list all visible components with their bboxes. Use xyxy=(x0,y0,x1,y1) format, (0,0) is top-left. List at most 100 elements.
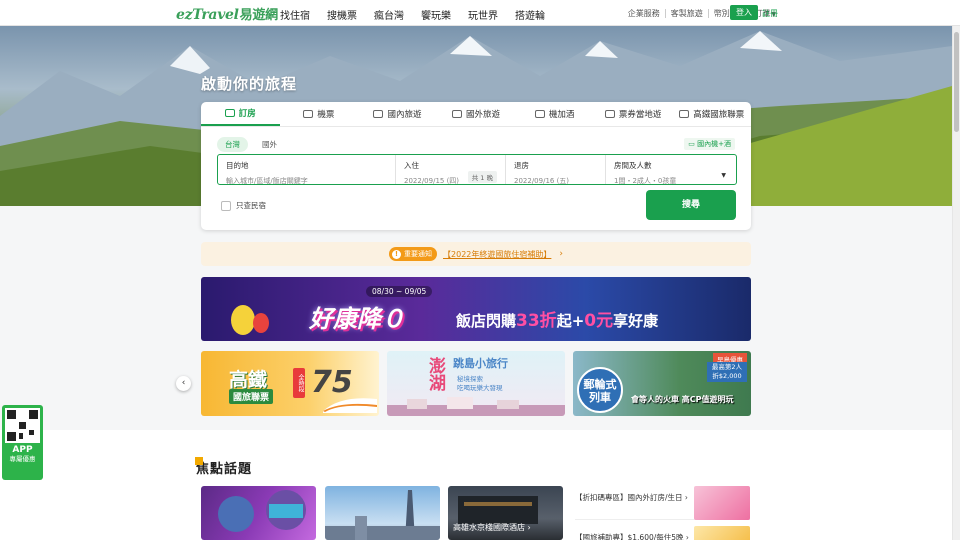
custom-tour-link[interactable]: 客製旅遊 xyxy=(671,8,703,19)
focus-tile-hotel-pool[interactable] xyxy=(201,486,316,540)
scrollbar-thumb[interactable] xyxy=(954,32,959,132)
app-subtitle: 專屬優惠 xyxy=(9,455,36,463)
destination-field[interactable]: 目的地 輸入城市/區域/飯店關鍵字 xyxy=(218,155,396,186)
promo-thumb-image xyxy=(694,486,750,520)
checkout-date[interactable]: 2022/09/16 (五) xyxy=(514,176,597,186)
nav-hotel[interactable]: 找住宿 xyxy=(280,7,310,22)
bnb-only-checkbox[interactable]: 只查民宿 xyxy=(221,200,266,211)
app-qr-widget[interactable]: APP 專屬優惠 xyxy=(2,405,43,480)
promo-card-penghu[interactable]: 澎湖 跳島小旅行 秘境探索 吃喝玩樂大發現 xyxy=(387,351,565,416)
promo-banner[interactable]: 08/30 ~ 09/05 好康降０ 飯店閃購33折起+0元享好康 xyxy=(201,277,751,341)
card-slogan: 會等人的火車 高CP值遊明玩 xyxy=(631,395,734,404)
checkbox-icon[interactable] xyxy=(221,200,231,211)
hero-title: 啟動你的旅程 xyxy=(201,75,298,93)
rooms-value[interactable]: 1間・2成人・0孩童 xyxy=(614,176,728,186)
search-panel: 訂房 機票 國內旅遊 國外旅遊 機加酒 票券當地遊 高鐵國旅聯票 台灣 國外 ▭… xyxy=(201,102,751,230)
train-image xyxy=(323,398,377,413)
nav-cruise[interactable]: 搭遊輪 xyxy=(515,7,545,22)
focus-promo-subsidy[interactable]: 【國旅補助專】$1,600/每住5晚 › xyxy=(575,526,750,540)
bnb-only-label: 只查民宿 xyxy=(236,201,266,210)
building-icon xyxy=(534,110,545,118)
ticket-icon xyxy=(604,110,615,118)
promo-card-hsr[interactable]: 高鐵 國旅聯票 全時段 75 xyxy=(201,351,379,416)
card-desc-line: 秘境探索 xyxy=(457,375,483,383)
page-scrollbar[interactable] xyxy=(952,26,960,540)
focus-tile-taipei101[interactable] xyxy=(325,486,440,540)
focus-promo-discount[interactable]: 【折扣碼專區】國內外訂房/生日 › xyxy=(575,486,750,520)
carousel-prev-button[interactable]: ‹ xyxy=(176,376,191,391)
promo-date: 08/30 ~ 09/05 xyxy=(366,286,433,297)
top-nav: ezTravel易遊網 找住宿 搜機票 瘋台灣 饗玩樂 玩世界 搭遊輪 企業服務… xyxy=(0,0,960,26)
logo-en: ezTravel xyxy=(176,7,239,23)
tab-flight[interactable]: 機票 xyxy=(280,102,359,126)
nights-badge: 共 1 晚 xyxy=(467,171,497,183)
checkout-field[interactable]: 退房 2022/09/16 (五) xyxy=(506,155,606,186)
tab-domestic-tour[interactable]: 國內旅遊 xyxy=(358,102,437,126)
focus-tile-kaohsiung-hotel[interactable]: 高雄水京棧國際酒店 › xyxy=(448,486,563,540)
checkin-field[interactable]: 入住 2022/09/15 (四) 共 1 晚 xyxy=(396,155,506,185)
search-fields: 目的地 輸入城市/區域/飯店關鍵字 入住 2022/09/15 (四) 共 1 … xyxy=(217,154,737,185)
destination-input[interactable]: 輸入城市/區域/飯店關鍵字 xyxy=(226,176,387,186)
plane-icon xyxy=(303,110,314,118)
subtab-overseas[interactable]: 國外 xyxy=(254,137,285,152)
card-title: 澎湖 xyxy=(425,357,445,391)
notice-bar[interactable]: ! 重要通知 【2022年終遊國旅住宿補助】 › xyxy=(201,242,751,266)
alert-icon: ! xyxy=(392,249,402,259)
divider xyxy=(664,9,666,18)
flight-hotel-link[interactable]: ▭ 國內機+酒 xyxy=(684,138,735,150)
login-button[interactable]: 登入 xyxy=(730,5,758,20)
focus-title-text: 焦點話題 xyxy=(196,462,253,477)
nav-activities[interactable]: 饗玩樂 xyxy=(421,7,451,22)
promo-discount: 33折 xyxy=(516,311,557,331)
rooms-guests-field[interactable]: 房間及人數 1間・2成人・0孩童 ▼ xyxy=(606,155,736,186)
card-title-2: 跳島小旅行 xyxy=(453,357,508,370)
promo-subline: 飯店閃購33折起+0元享好康 xyxy=(456,306,658,331)
flight-hotel-label: 國內機+酒 xyxy=(697,140,731,148)
notice-badge-label: 重要通知 xyxy=(404,250,433,258)
promo-sub-text: 享好康 xyxy=(613,312,659,330)
tab-flight-hotel[interactable]: 機加酒 xyxy=(515,102,594,126)
product-tabs: 訂房 機票 國內旅遊 國外旅遊 機加酒 票券當地遊 高鐵國旅聯票 xyxy=(201,102,751,127)
balloon-image xyxy=(231,305,255,335)
notice-link[interactable]: 【2022年終遊國旅住宿補助】 xyxy=(443,249,551,260)
tab-label: 國內旅遊 xyxy=(387,110,422,120)
checkout-label: 退房 xyxy=(514,161,529,170)
site-logo[interactable]: ezTravel易遊網 xyxy=(176,4,278,23)
rooms-label: 房間及人數 xyxy=(614,161,652,170)
tab-label: 機票 xyxy=(317,110,335,120)
dropdown-arrow-icon[interactable]: ▼ xyxy=(721,172,726,179)
promo-text: 【折扣碼專區】國內外訂房/生日 › xyxy=(575,493,688,502)
promo-sub-text: 飯店閃購 xyxy=(456,312,517,330)
title-accent xyxy=(195,457,203,465)
card-tag: 全時段 xyxy=(293,368,305,398)
tab-hotel[interactable]: 訂房 xyxy=(201,102,280,126)
currency-label: 幣別 xyxy=(713,9,730,18)
tab-tickets[interactable]: 票券當地遊 xyxy=(594,102,673,126)
globe-icon xyxy=(452,110,463,118)
chevron-right-icon[interactable]: › xyxy=(559,249,563,259)
card-subtitle: 國旅聯票 xyxy=(229,389,274,404)
subtab-taiwan[interactable]: 台灣 xyxy=(217,137,248,152)
promo-card-train[interactable]: 早鳥優惠 郵輪式列車 最高第2人折$2,000 會等人的火車 高CP值遊明玩 xyxy=(573,351,751,416)
tab-label: 訂房 xyxy=(238,109,256,119)
app-title: APP xyxy=(12,445,33,455)
skyline-image xyxy=(325,490,440,540)
bed-icon xyxy=(224,109,235,117)
tab-hsr-package[interactable]: 高鐵國旅聯票 xyxy=(672,102,751,126)
promo-headline: 好康降０ xyxy=(309,305,405,333)
tab-label: 高鐵國旅聯票 xyxy=(693,110,745,120)
leaf-icon xyxy=(373,110,384,118)
search-button[interactable]: 搜尋 xyxy=(646,190,736,220)
main-nav: 找住宿 搜機票 瘋台灣 饗玩樂 玩世界 搭遊輪 xyxy=(280,7,562,22)
nav-flight[interactable]: 搜機票 xyxy=(327,7,357,22)
destination-label: 目的地 xyxy=(226,161,249,170)
nav-taiwan[interactable]: 瘋台灣 xyxy=(374,7,404,22)
promo-sub-text: 起+ xyxy=(556,312,585,330)
card-price: 最高第2人折$2,000 xyxy=(707,362,747,382)
nav-world[interactable]: 玩世界 xyxy=(468,7,498,22)
corporate-link[interactable]: 企業服務 xyxy=(628,8,660,19)
tab-overseas-tour[interactable]: 國外旅遊 xyxy=(437,102,516,126)
card-desc: 秘境探索 吃喝玩樂大發現 xyxy=(457,375,503,393)
register-link[interactable]: 註冊 xyxy=(762,8,778,19)
hotel-pool-image xyxy=(218,490,306,532)
